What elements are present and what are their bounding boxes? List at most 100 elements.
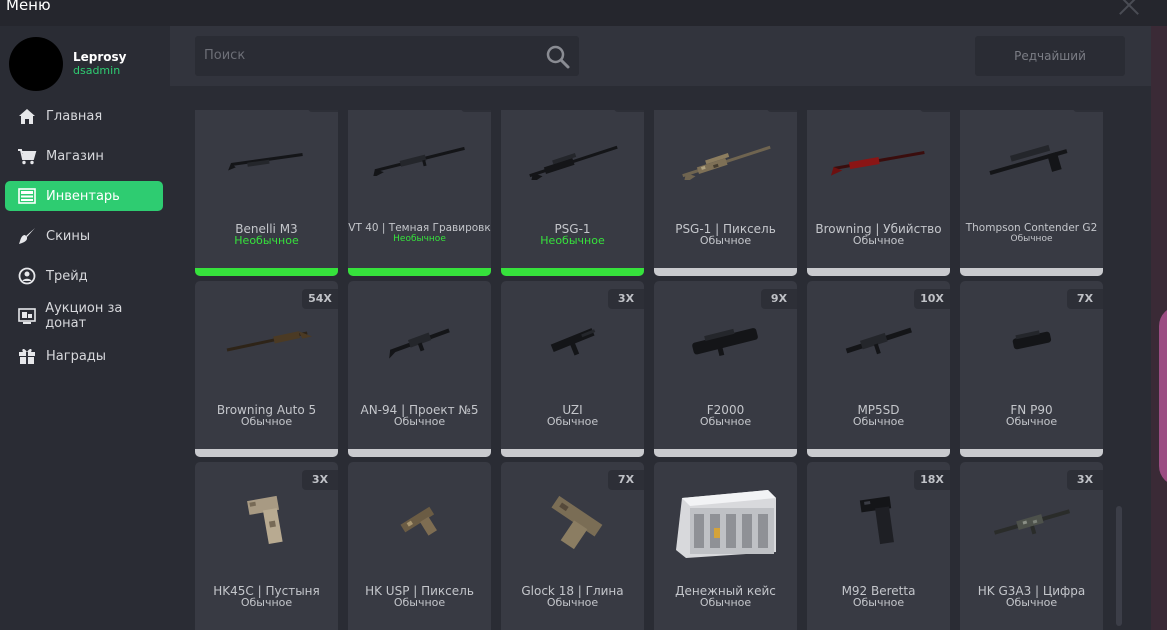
rarity-bar <box>807 449 950 457</box>
sidebar-item-gift[interactable]: Награды <box>5 341 163 371</box>
item-rarity: Обычное <box>699 596 752 609</box>
item-rarity: Обычное <box>1005 596 1058 609</box>
item-rarity: Обычное <box>852 596 905 609</box>
gift-icon <box>16 347 38 365</box>
weapon-image <box>195 120 338 200</box>
weapon-image <box>960 301 1103 381</box>
inventory-item[interactable]: 18X M92 Beretta Обычное <box>807 462 950 630</box>
weapon-image <box>654 301 797 381</box>
sidebar-item-label: Главная <box>46 108 103 124</box>
rarity-bar <box>195 449 338 457</box>
auction-icon <box>16 307 37 325</box>
sidebar-item-label: Скины <box>46 228 91 244</box>
weapon-image <box>807 301 950 381</box>
rarity-bar <box>501 268 644 276</box>
avatar[interactable] <box>9 37 63 91</box>
item-rarity: Обычное <box>699 234 752 247</box>
item-name: Thompson Contender G2 <box>965 222 1098 234</box>
item-rarity: Обычное <box>1005 415 1058 428</box>
item-rarity: Обычное <box>699 415 752 428</box>
rarity-bar <box>501 449 644 457</box>
inventory-grid: Benelli M3 Необычное VT 40 | Темная Гравир… <box>195 110 1105 630</box>
sidebar-item-inventory[interactable]: Инвентарь <box>5 181 163 211</box>
inventory-item[interactable]: 7X Glock 18 | Глина Обычное <box>501 462 644 630</box>
home-icon <box>16 107 38 125</box>
trade-icon <box>16 267 38 285</box>
item-count-badge <box>614 110 644 112</box>
rarity-bar <box>807 268 950 276</box>
inventory-item[interactable]: Benelli M3 Необычное <box>195 110 338 276</box>
search-placeholder: Поиск <box>204 48 246 63</box>
weapon-image <box>960 482 1103 562</box>
sidebar-item-home[interactable]: Главная <box>5 101 163 131</box>
rarity-bar <box>195 268 338 276</box>
item-rarity: Обычное <box>240 596 293 609</box>
inventory-area: Benelli M3 Необычное VT 40 | Темная Гравир… <box>170 86 1151 630</box>
item-name: VT 40 | Темная Гравировк <box>348 222 491 234</box>
search-input[interactable]: Поиск <box>195 36 579 76</box>
inventory-item[interactable]: HK USP | Пиксель Обычное <box>348 462 491 630</box>
inventory-item[interactable]: Денежный кейс Обычное <box>654 462 797 630</box>
item-rarity: Необычное <box>540 234 605 247</box>
background-edge <box>1151 26 1167 630</box>
inventory-item[interactable]: AN-94 | Проект №5 Обычное <box>348 281 491 457</box>
sidebar-item-brush[interactable]: Скины <box>5 221 163 251</box>
sidebar-item-trade[interactable]: Трейд <box>5 261 163 291</box>
sidebar-item-auction[interactable]: Аукцион за донат <box>5 301 163 331</box>
inventory-item[interactable]: 3X HK G3A3 | Цифра Обычное <box>960 462 1103 630</box>
inventory-item[interactable]: PSG-1 Необычное <box>501 110 644 276</box>
weapon-image <box>501 482 644 562</box>
rarity-bar <box>348 268 491 276</box>
rarity-bar <box>654 449 797 457</box>
username: Leprosy <box>73 50 127 64</box>
inventory-item[interactable]: PSG-1 | Пиксель Обычное <box>654 110 797 276</box>
rarity-bar <box>654 268 797 276</box>
brush-icon <box>16 227 38 245</box>
item-count-badge <box>1073 110 1103 112</box>
inventory-item[interactable]: 7X FN P90 Обычное <box>960 281 1103 457</box>
inventory-item[interactable]: 3X HK45C | Пустыня Обычное <box>195 462 338 630</box>
item-rarity: Обычное <box>546 415 599 428</box>
weapon-image <box>960 120 1103 200</box>
weapon-image <box>654 120 797 200</box>
window-title: Меню <box>6 0 51 14</box>
weapon-image <box>807 120 950 200</box>
inventory-item[interactable]: 10X MP5SD Обычное <box>807 281 950 457</box>
user-role: dsadmin <box>73 64 121 77</box>
rarity-bar <box>348 449 491 457</box>
inventory-item[interactable]: VT 40 | Темная Гравировк Необычное <box>348 110 491 276</box>
inventory-item[interactable]: Thompson Contender G2 Обычное <box>960 110 1103 276</box>
item-rarity: Обычное <box>852 415 905 428</box>
item-rarity: Обычное <box>1010 234 1053 244</box>
title-bar: Меню <box>0 0 1167 26</box>
sidebar-item-cart[interactable]: Магазин <box>5 141 163 171</box>
sidebar-item-label: Аукцион за донат <box>45 301 123 331</box>
item-count-badge <box>308 110 338 112</box>
close-icon[interactable] <box>1117 0 1141 16</box>
inventory-item[interactable]: 9X F2000 Обычное <box>654 281 797 457</box>
weapon-image <box>501 301 644 381</box>
inventory-icon <box>16 187 38 205</box>
weapon-image <box>195 301 338 381</box>
search-icon[interactable] <box>545 44 571 70</box>
rarity-filter-button[interactable]: Редчайший <box>975 36 1125 76</box>
item-rarity: Необычное <box>234 234 299 247</box>
rarity-bar <box>960 449 1103 457</box>
item-count-badge <box>767 110 797 112</box>
weapon-image <box>501 120 644 200</box>
weapon-image <box>348 120 491 200</box>
weapon-image <box>195 482 338 562</box>
item-rarity: Обычное <box>393 596 446 609</box>
sidebar-item-label: Награды <box>46 348 107 364</box>
scrollbar-thumb[interactable] <box>1116 506 1122 626</box>
main-panel: Поиск Редчайший Benelli M3 Необычное VT 40… <box>170 26 1151 630</box>
rarity-bar <box>960 268 1103 276</box>
item-rarity: Необычное <box>393 234 446 244</box>
item-count-badge <box>461 110 491 112</box>
inventory-item[interactable]: 54X Browning Auto 5 Обычное <box>195 281 338 457</box>
inventory-item[interactable]: 3X UZI Обычное <box>501 281 644 457</box>
sidebar-item-label: Инвентарь <box>46 188 120 204</box>
item-rarity: Обычное <box>546 596 599 609</box>
weapon-image <box>348 301 491 381</box>
inventory-item[interactable]: Browning | Убийство Обычное <box>807 110 950 276</box>
